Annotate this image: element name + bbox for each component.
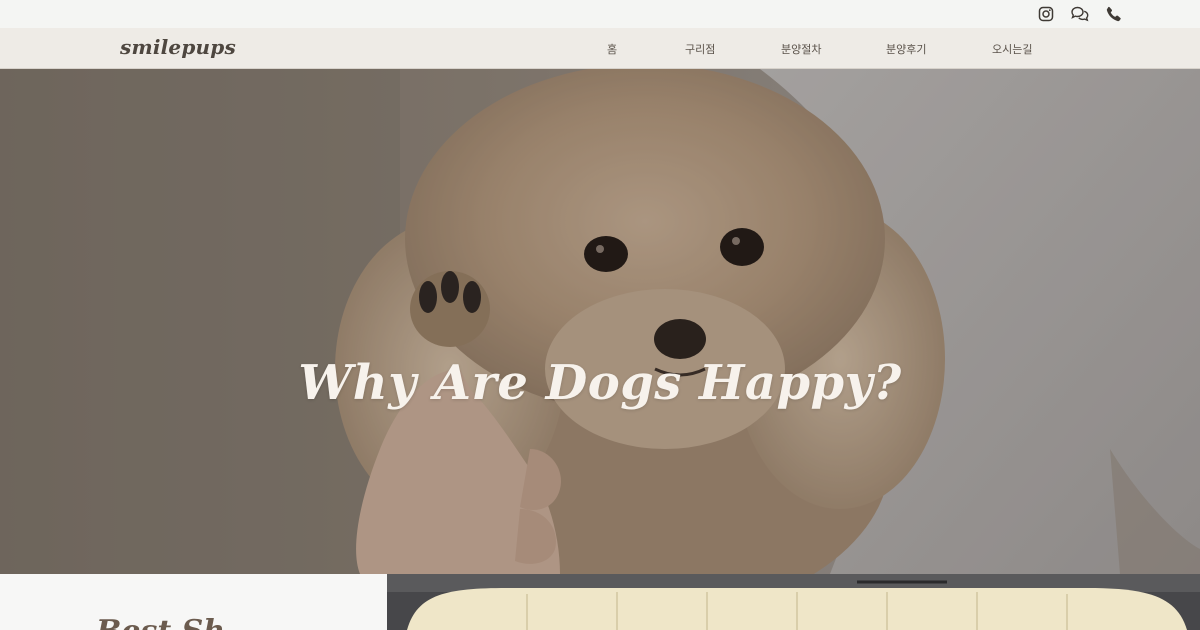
nav-item-guri-branch[interactable]: 구리점: [685, 41, 715, 57]
main-nav: 홈 구리점 분양절차 분양후기 오시는길: [0, 41, 1200, 57]
hero-image-poodle: [0, 69, 1200, 574]
social-icons: [1036, 5, 1124, 23]
chat-icon[interactable]: [1070, 5, 1090, 23]
section-heading: Best Sh: [96, 614, 225, 630]
hero-banner: Why Are Dogs Happy?: [0, 69, 1200, 574]
hero-title: Why Are Dogs Happy?: [298, 355, 902, 411]
top-utility-bar: [0, 0, 1200, 28]
pet-bed-image: [387, 574, 1200, 630]
featured-product-image: [387, 574, 1200, 630]
nav-item-adoption-reviews[interactable]: 분양후기: [886, 41, 926, 57]
phone-icon[interactable]: [1104, 5, 1124, 23]
featured-section-header: Best Sh: [0, 574, 387, 630]
nav-item-adoption-process[interactable]: 분양절차: [781, 41, 821, 57]
main-navigation-bar: smilepups 홈 구리점 분양절차 분양후기 오시는길: [0, 28, 1200, 69]
nav-item-directions[interactable]: 오시는길: [992, 41, 1032, 57]
instagram-icon[interactable]: [1036, 5, 1056, 23]
nav-item-home[interactable]: 홈: [607, 41, 617, 57]
